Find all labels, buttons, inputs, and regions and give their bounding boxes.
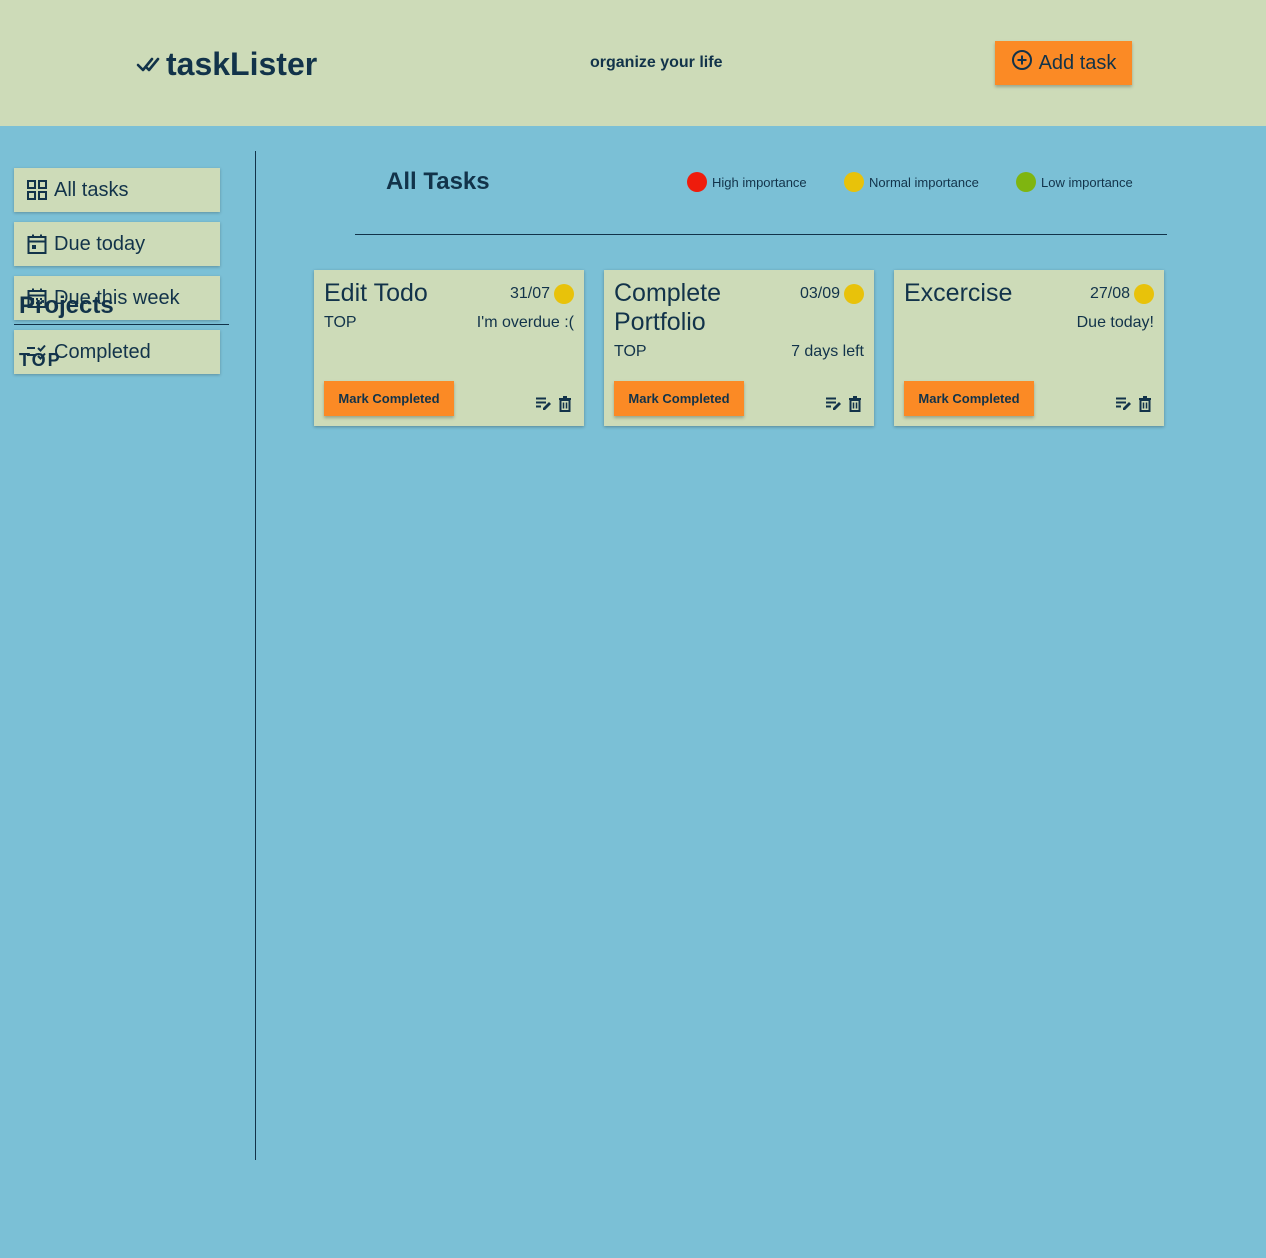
task-date-text: 27/08 xyxy=(1089,285,1130,302)
task-status: I'm overdue :( xyxy=(476,314,574,331)
high-importance-dot xyxy=(687,172,707,192)
main-divider xyxy=(355,234,1167,235)
task-project: TOP xyxy=(614,343,647,360)
task-actions xyxy=(825,396,862,412)
priority-dot xyxy=(844,284,864,304)
legend-low: Low importance xyxy=(1016,172,1133,192)
priority-dot xyxy=(554,284,574,304)
done-all-icon xyxy=(136,52,160,76)
edit-icon[interactable] xyxy=(535,396,552,412)
task-actions xyxy=(1115,396,1152,412)
mark-completed-button[interactable]: Mark Completed xyxy=(614,381,744,416)
page-title: All Tasks xyxy=(386,168,490,195)
app-name: taskLister xyxy=(166,45,318,82)
sidebar-item-all-tasks[interactable]: All tasks xyxy=(14,168,220,212)
low-importance-dot xyxy=(1016,172,1036,192)
task-date: 31/07 xyxy=(510,284,574,304)
task-project: TOP xyxy=(324,314,357,331)
logo: taskLister xyxy=(136,44,317,84)
edit-icon[interactable] xyxy=(1115,396,1132,412)
mark-completed-button[interactable]: Mark Completed xyxy=(324,381,454,416)
task-card: Complete Portfolio 03/09 TOP 7 days left… xyxy=(604,270,874,426)
mark-completed-button[interactable]: Mark Completed xyxy=(904,381,1034,416)
task-card: Edit Todo 31/07 TOP I'm overdue :( Mark … xyxy=(314,270,584,426)
task-date: 03/09 xyxy=(800,284,864,304)
legend-label: Low importance xyxy=(1041,174,1133,190)
legend-normal: Normal importance xyxy=(844,172,979,192)
legend-label: Normal importance xyxy=(869,174,979,190)
sidebar-item-label: Due today xyxy=(54,232,146,255)
sidebar-item-label: All tasks xyxy=(54,178,129,201)
normal-importance-dot xyxy=(844,172,864,192)
sidebar-item-due-today[interactable]: Due today xyxy=(14,222,220,266)
task-card: Excercise 27/08 Due today! Mark Complete… xyxy=(894,270,1164,426)
add-task-button[interactable]: Add task xyxy=(995,41,1132,85)
task-title: Edit Todo xyxy=(324,279,428,307)
add-circle-icon xyxy=(1011,49,1033,77)
task-status: 7 days left xyxy=(791,343,864,360)
sidebar-item-label: Completed xyxy=(54,340,151,363)
app-header: taskLister organize your life Add task xyxy=(0,0,1266,126)
add-task-label: Add task xyxy=(1038,51,1117,74)
task-title: Excercise xyxy=(904,279,1013,307)
edit-icon[interactable] xyxy=(825,396,842,412)
task-date: 27/08 xyxy=(1090,284,1154,304)
projects-divider xyxy=(14,324,229,325)
legend-label: High importance xyxy=(712,174,807,190)
task-date-text: 31/07 xyxy=(509,285,550,302)
task-status: Due today! xyxy=(1076,314,1154,331)
tagline: organize your life xyxy=(590,54,723,71)
grid-icon xyxy=(26,179,48,201)
task-actions xyxy=(535,396,572,412)
sidebar-divider xyxy=(255,151,256,1160)
legend-high: High importance xyxy=(687,172,807,192)
delete-icon[interactable] xyxy=(558,396,572,412)
priority-dot xyxy=(1134,284,1154,304)
calendar-today-icon xyxy=(26,233,48,255)
delete-icon[interactable] xyxy=(848,396,862,412)
task-title: Complete Portfolio xyxy=(614,279,721,336)
delete-icon[interactable] xyxy=(1138,396,1152,412)
projects-title: Projects xyxy=(19,292,114,319)
project-item-top[interactable]: TOP xyxy=(19,350,62,371)
task-date-text: 03/09 xyxy=(799,285,840,302)
